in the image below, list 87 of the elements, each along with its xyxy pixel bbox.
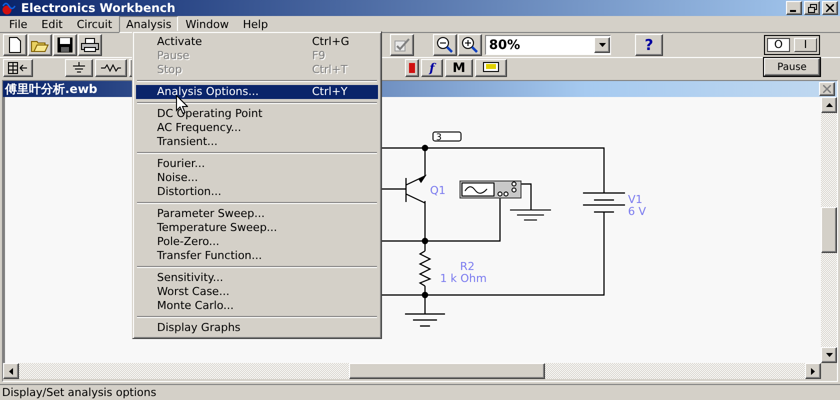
save-button[interactable] — [53, 34, 77, 56]
lamp-symbol-icon — [409, 63, 415, 73]
document-title: 傅里叶分析.ewb — [5, 80, 98, 98]
checkmark-icon — [393, 37, 411, 53]
menu-item[interactable]: Fourier... — [136, 157, 378, 171]
down-arrow-icon — [826, 353, 832, 357]
open-button[interactable] — [28, 34, 52, 56]
battery-symbol — [582, 192, 626, 213]
restore-button[interactable] — [804, 1, 820, 15]
window-title: Electronics Workbench — [21, 1, 176, 15]
menu-item[interactable]: Worst Case... — [136, 285, 378, 299]
transistor-label: Q1 — [430, 184, 446, 197]
zoom-out-button[interactable] — [433, 34, 457, 56]
ground-symbol-icon — [72, 62, 86, 74]
ground-symbol — [510, 210, 552, 220]
horizontal-scrollbar[interactable] — [3, 363, 821, 379]
menu-item[interactable]: Noise... — [136, 171, 378, 185]
status-text: Display/Set analysis options — [2, 386, 156, 399]
node-label-background — [432, 132, 462, 142]
transistor-symbol — [405, 174, 427, 204]
menu-item[interactable]: Transfer Function... — [136, 249, 378, 263]
miscellaneous-button[interactable]: M — [445, 59, 473, 77]
resistor-label: R2 — [460, 260, 475, 273]
menu-item[interactable]: Window — [178, 16, 236, 32]
battery-value: 6 V — [628, 205, 646, 218]
function-button[interactable]: f — [421, 59, 443, 77]
menu-item[interactable]: Edit — [34, 16, 70, 32]
meter-icon — [483, 62, 499, 74]
menu-item[interactable]: Monte Carlo... — [136, 299, 378, 313]
blank-page-icon — [8, 37, 22, 53]
menu-item[interactable]: Help — [236, 16, 275, 32]
right-arrow-icon — [811, 368, 815, 374]
printer-icon — [81, 38, 99, 52]
magnifier-minus-icon — [436, 36, 454, 54]
menu-item[interactable]: AC Frequency... — [136, 121, 378, 135]
resistor-symbol-icon — [101, 64, 121, 72]
battery-label: V1 — [628, 193, 643, 206]
close-document-button[interactable] — [819, 82, 835, 96]
help-button[interactable]: ? — [635, 34, 663, 56]
scroll-thumb[interactable] — [349, 363, 545, 379]
indicators-button[interactable] — [405, 59, 419, 77]
scroll-thumb[interactable] — [821, 207, 837, 253]
sources-button[interactable] — [65, 59, 93, 77]
node-label: 3 — [436, 133, 442, 143]
vertical-scrollbar[interactable] — [821, 97, 837, 363]
scroll-down-button[interactable] — [821, 347, 837, 363]
zoom-combo-box[interactable]: 80% — [485, 35, 611, 55]
close-icon — [826, 4, 834, 12]
power-switch[interactable]: O I — [764, 35, 820, 55]
zoom-in-button[interactable] — [458, 34, 482, 56]
up-arrow-icon — [826, 103, 832, 107]
scroll-right-button[interactable] — [805, 363, 821, 379]
pause-button[interactable]: Pause — [764, 58, 820, 76]
left-arrow-icon — [9, 368, 13, 374]
instruments-button[interactable] — [475, 59, 507, 77]
close-button[interactable] — [822, 1, 838, 15]
check-button[interactable] — [390, 34, 414, 56]
menu-item[interactable]: File — [2, 16, 34, 32]
grid-button[interactable] — [3, 59, 33, 77]
new-file-button[interactable] — [3, 34, 27, 56]
menu-item[interactable]: Circuit — [70, 16, 120, 32]
resistor-symbol — [418, 250, 432, 287]
restore-icon — [808, 4, 816, 12]
menu-item[interactable]: Activate Ctrl+G — [136, 35, 378, 49]
caret-icon — [598, 43, 606, 47]
basic-parts-button[interactable] — [95, 59, 127, 77]
menu-item[interactable]: Parameter Sweep... — [136, 207, 378, 221]
menu-item[interactable]: DC Operating Point — [136, 107, 378, 121]
app-logo-icon — [2, 1, 18, 15]
print-button[interactable] — [78, 34, 102, 56]
close-icon — [823, 85, 831, 93]
resistor-value: 1 k Ohm — [440, 272, 487, 285]
magnifier-plus-icon — [461, 36, 479, 54]
menu-item[interactable]: Transient... — [136, 135, 378, 149]
menu-item[interactable]: Pole-Zero... — [136, 235, 378, 249]
menu-item[interactable]: Analysis Options... Ctrl+Y — [136, 85, 378, 99]
dropdown-button[interactable] — [594, 37, 610, 53]
menu-item[interactable]: Distortion... — [136, 185, 378, 199]
menu-item[interactable]: Temperature Sweep... — [136, 221, 378, 235]
scroll-up-button[interactable] — [821, 97, 837, 113]
minimize-button[interactable] — [786, 1, 802, 15]
oscilloscope-symbol — [460, 180, 522, 198]
folder-icon — [31, 38, 49, 52]
menu-item[interactable]: Sensitivity... — [136, 271, 378, 285]
grid-arrow-icon — [8, 62, 28, 74]
scroll-left-button[interactable] — [3, 363, 19, 379]
menu-item[interactable]: Display Graphs — [136, 321, 378, 335]
